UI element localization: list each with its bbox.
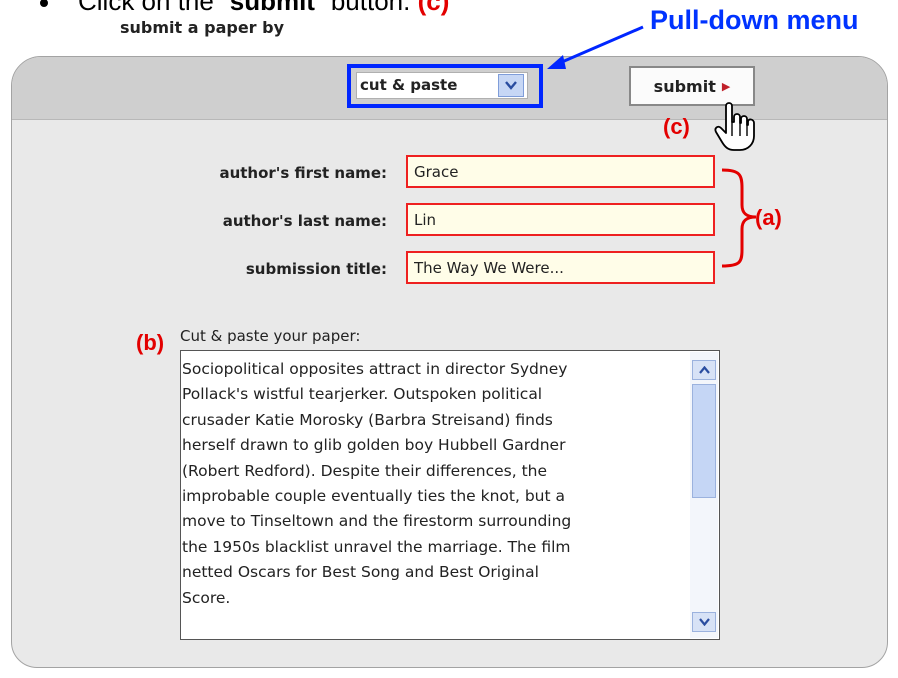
submit-method-value[interactable]: cut & paste: [360, 76, 457, 94]
instruction-prefix: Click on the “: [78, 0, 230, 16]
paper-text[interactable]: Sociopolitical opposites attract in dire…: [182, 357, 687, 611]
hand-pointer-icon: [714, 102, 755, 151]
triangle-right-icon: ▶: [721, 79, 731, 93]
submission-title-label: submission title:: [245, 260, 387, 278]
paper-line: move to Tinseltown and the firestorm sur…: [182, 512, 572, 531]
paper-line: herself drawn to glib golden boy Hubbell…: [182, 436, 566, 455]
paper-line: Sociopolitical opposites attract in dire…: [182, 360, 568, 378]
last-name-label: author's last name:: [222, 212, 387, 230]
paper-line: improbable couple eventually ties the kn…: [182, 487, 565, 506]
last-name-field[interactable]: [406, 203, 715, 236]
instruction-suffix: ” button.: [314, 0, 411, 16]
callout-c: (c): [663, 114, 690, 139]
submission-title-field[interactable]: [406, 251, 715, 284]
chevron-down-icon[interactable]: [498, 74, 524, 97]
paper-line: the 1950s blacklist unravel the marriage…: [182, 537, 571, 556]
paste-paper-label: Cut & paste your paper:: [180, 327, 361, 345]
paper-line: Score.: [182, 588, 231, 607]
paper-line: crusader Katie Morosky (Barbra Streisand…: [182, 410, 553, 429]
first-name-label: author's first name:: [219, 164, 387, 182]
bullet-icon: [40, 0, 48, 8]
instruction-keyword: submit: [229, 0, 315, 16]
first-name-field[interactable]: [406, 155, 715, 188]
paper-line: netted Oscars for Best Song and Best Ori…: [182, 563, 539, 582]
scrollbar-thumb[interactable]: [692, 384, 716, 498]
callout-a: (a): [755, 205, 782, 230]
chevron-down-icon[interactable]: [692, 612, 716, 632]
chevron-up-icon[interactable]: [692, 360, 716, 380]
callout-b: (b): [136, 330, 165, 355]
paper-line: (Robert Redford). Despite their differen…: [182, 461, 548, 480]
instruction-marker: (c): [417, 0, 450, 16]
paper-line: Pollack's wistful tearjerker. Outspoken …: [182, 385, 543, 404]
submit-button-label: submit: [653, 76, 716, 96]
pulldown-menu-callout: Pull-down menu: [650, 5, 859, 35]
submit-by-label: submit a paper by: [120, 18, 285, 37]
